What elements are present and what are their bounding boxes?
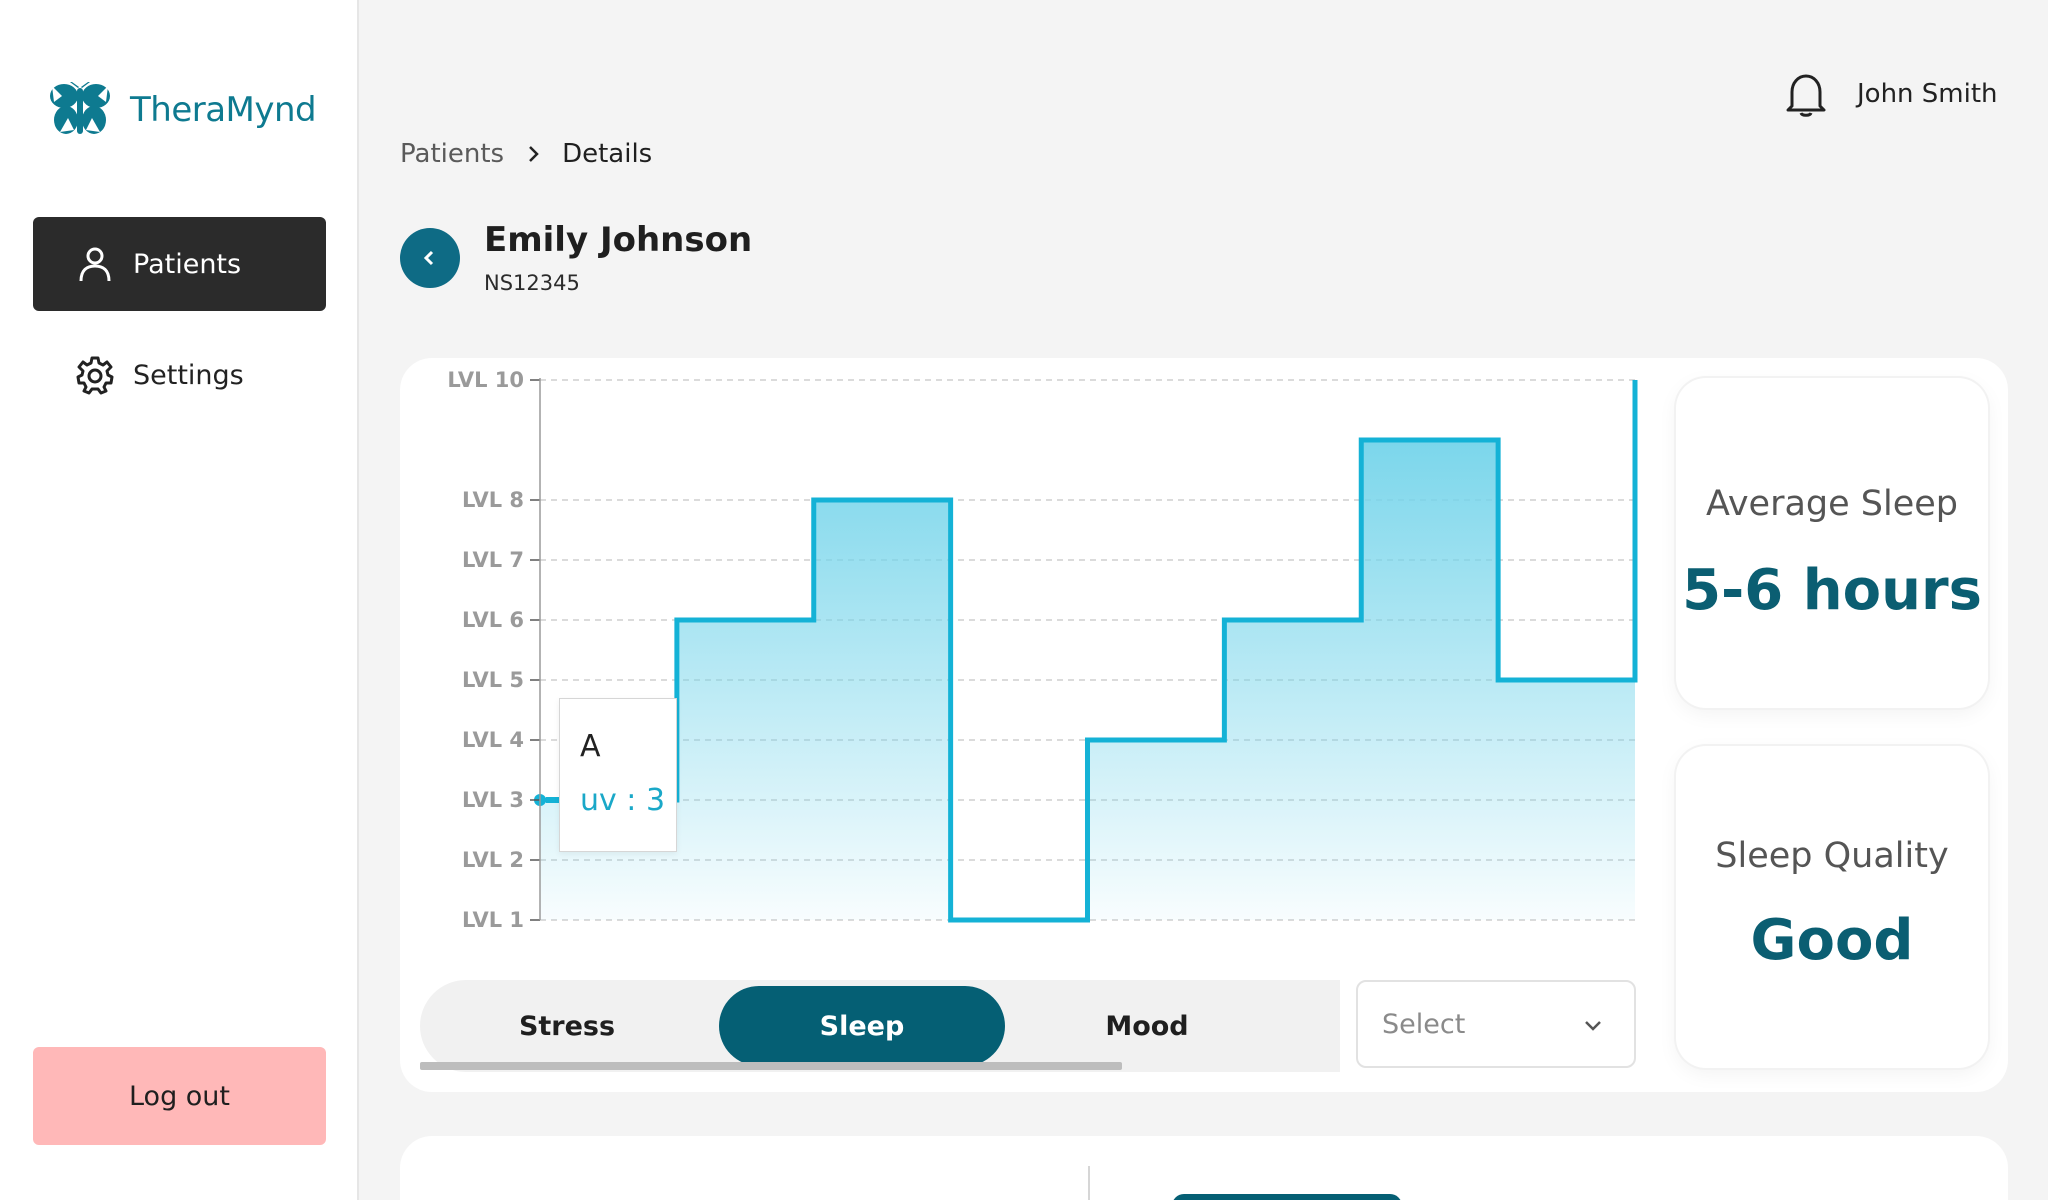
- chevron-right-icon: [529, 146, 539, 162]
- chevron-down-icon: [1585, 1021, 1601, 1031]
- tooltip-value: uv : 3: [580, 783, 666, 818]
- average-sleep-label: Average Sleep: [1705, 484, 1959, 524]
- average-sleep-card: Average Sleep 5-6 hours: [1676, 378, 1988, 708]
- patient-id: NS12345: [484, 271, 580, 295]
- sidebar-item-label: Settings: [133, 359, 244, 391]
- sleep-quality-card: Sleep Quality Good: [1676, 746, 1988, 1068]
- y-tick-label: LVL 2: [462, 848, 524, 872]
- logo[interactable]: TheraMynd: [48, 82, 317, 138]
- y-tick-label: LVL 4: [462, 728, 524, 752]
- breadcrumb-patients-link[interactable]: Patients: [400, 139, 504, 169]
- tab-mood[interactable]: Mood: [1004, 986, 1290, 1066]
- sleep-quality-label: Sleep Quality: [1715, 836, 1949, 876]
- average-sleep-value: 5-6 hours: [1682, 558, 1982, 623]
- card-divider: [1088, 1166, 1090, 1200]
- sleep-chart-card: LVL 1 LVL 2 LVL 3 LVL 4 LVL 5 LVL 6 LVL 7 LVL 8…: [400, 358, 2008, 1092]
- app-name: TheraMynd: [130, 90, 317, 130]
- user-name[interactable]: John Smith: [1857, 79, 1998, 109]
- y-tick-label: LVL 8: [462, 488, 524, 512]
- select-placeholder: Select: [1382, 1008, 1466, 1040]
- patient-name: Emily Johnson: [484, 220, 753, 260]
- logout-button[interactable]: Log out: [33, 1047, 326, 1145]
- tab-sleep[interactable]: Sleep: [719, 986, 1005, 1066]
- back-button[interactable]: [400, 228, 460, 288]
- gear-icon: [76, 356, 114, 395]
- breadcrumb-current: Details: [562, 139, 653, 169]
- period-select[interactable]: Select: [1356, 980, 1636, 1068]
- tabs-scrollbar[interactable]: [420, 1062, 1122, 1070]
- breadcrumb: Patients Details: [400, 139, 652, 169]
- y-tick-label: LVL 1: [462, 908, 524, 932]
- secondary-tab-indicator[interactable]: [1172, 1194, 1402, 1200]
- sidebar: TheraMynd Patients Settings Log out: [0, 0, 359, 1200]
- butterfly-logo-icon: [50, 82, 110, 134]
- metric-tabs: Stress Sleep Mood: [420, 980, 1340, 1072]
- tab-stress[interactable]: Stress: [424, 986, 710, 1066]
- bell-icon[interactable]: [1784, 72, 1828, 118]
- y-tick-label: LVL 7: [462, 548, 524, 572]
- sleep-quality-value: Good: [1750, 908, 1914, 973]
- chevron-left-icon: [423, 250, 434, 266]
- sleep-level-chart[interactable]: LVL 1 LVL 2 LVL 3 LVL 4 LVL 5 LVL 6 LVL 7 LVL 8…: [400, 358, 1656, 958]
- sidebar-item-patients[interactable]: Patients: [33, 217, 326, 311]
- secondary-card: [400, 1136, 2008, 1200]
- sidebar-item-settings[interactable]: Settings: [33, 328, 326, 422]
- user-icon: [79, 247, 111, 282]
- y-tick-label: LVL 3: [462, 788, 524, 812]
- y-tick-label: LVL 5: [462, 668, 524, 692]
- chart-tooltip: A uv : 3: [559, 698, 677, 852]
- y-tick-label: LVL 6: [462, 608, 524, 632]
- tooltip-label: A: [580, 729, 601, 764]
- y-tick-label: LVL 10: [447, 368, 524, 392]
- sidebar-item-label: Patients: [133, 248, 242, 280]
